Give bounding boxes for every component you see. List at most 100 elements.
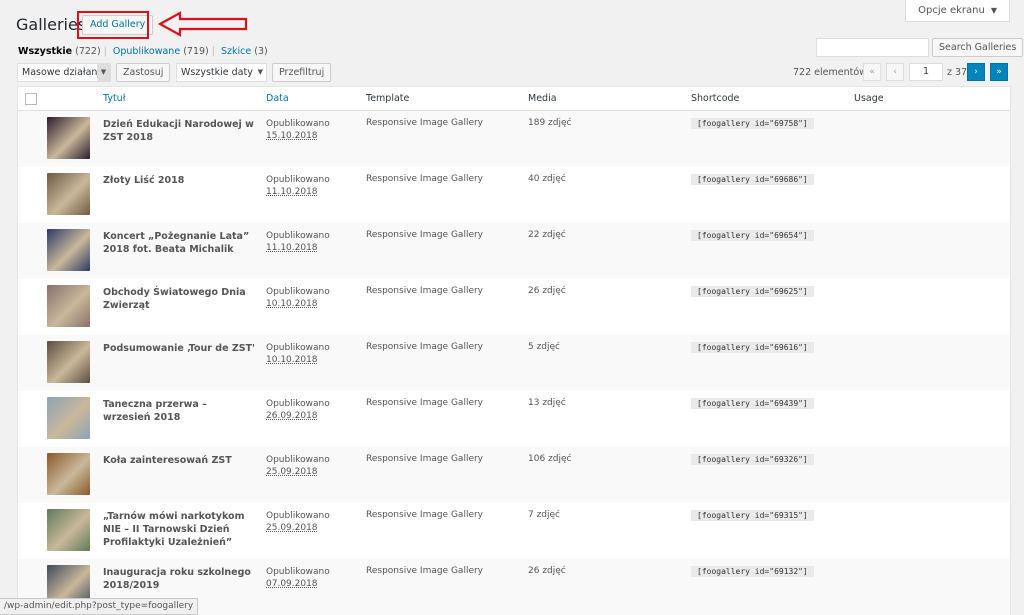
table-header: Tytuł Data Template Media Shortcode Usag… <box>18 87 1010 111</box>
screen-options-label: Opcje ekranu <box>918 5 985 16</box>
gallery-title-link[interactable]: Obchody Światowego Dnia Zwierząt <box>103 286 255 312</box>
gallery-media-count: 22 zdjęć <box>528 230 566 240</box>
gallery-template: Responsive Image Gallery <box>366 398 484 408</box>
gallery-template: Responsive Image Gallery <box>366 342 484 352</box>
gallery-shortcode[interactable]: [foogallery id="69654"] <box>691 230 814 241</box>
gallery-media-count: 13 zdjęć <box>528 398 566 408</box>
screen-options-button[interactable]: Opcje ekranu ▼ <box>905 0 1010 22</box>
gallery-media-count: 40 zdjęć <box>528 174 566 184</box>
items-count: 722 elementów <box>793 67 867 78</box>
publish-date: 10.10.2018 <box>266 299 318 309</box>
publish-status: Opublikowano <box>266 455 330 465</box>
date-filter-select[interactable]: Wszystkie daty ▼ <box>176 63 267 82</box>
publish-date: 07.09.2018 <box>266 579 318 589</box>
gallery-thumbnail[interactable] <box>47 173 90 215</box>
gallery-thumbnail[interactable] <box>47 229 90 271</box>
total-pages: z 37 <box>947 67 968 78</box>
last-page-button[interactable]: » <box>990 63 1008 81</box>
chevron-down-icon: ▼ <box>97 64 110 81</box>
gallery-thumbnail[interactable] <box>47 397 90 439</box>
gallery-shortcode[interactable]: [foogallery id="69439"] <box>691 398 814 409</box>
prev-page-button[interactable]: ‹ <box>886 63 904 81</box>
gallery-shortcode[interactable]: [foogallery id="69625"] <box>691 286 814 297</box>
publish-date: 11.10.2018 <box>266 243 318 253</box>
publish-status: Opublikowano <box>266 567 330 577</box>
gallery-template: Responsive Image Gallery <box>366 286 484 296</box>
gallery-title-link[interactable]: Taneczna przerwa – wrzesień 2018 <box>103 398 255 424</box>
select-all-checkbox[interactable] <box>25 93 37 105</box>
column-media-header: Media <box>528 93 557 104</box>
gallery-thumbnail[interactable] <box>47 117 90 159</box>
bulk-actions-select[interactable]: Masowe działania ▼ <box>17 63 111 82</box>
gallery-media-count: 5 zdjęć <box>528 342 561 352</box>
publish-date: 26.09.2018 <box>266 411 318 421</box>
search-input[interactable] <box>816 38 929 57</box>
gallery-title-link[interactable]: Dzień Edukacji Narodowej w ZST 2018 <box>103 118 255 144</box>
table-row: Obchody Światowego Dnia Zwierząt Opubliko… <box>18 279 1010 335</box>
page-title: Galleries <box>16 15 87 34</box>
annotation-arrow-icon <box>158 11 248 37</box>
gallery-title-link[interactable]: Podsumowanie ‚Tour de ZST' <box>103 342 255 355</box>
gallery-media-count: 7 zdjęć <box>528 510 561 520</box>
gallery-template: Responsive Image Gallery <box>366 174 484 184</box>
column-title-header[interactable]: Tytuł <box>103 93 125 104</box>
gallery-date: Opublikowano 25.09.2018 <box>266 510 330 534</box>
first-page-button[interactable]: « <box>863 63 881 81</box>
publish-status: Opublikowano <box>266 231 330 241</box>
table-row: Dzień Edukacji Narodowej w ZST 2018 Opubl… <box>18 111 1010 167</box>
gallery-template: Responsive Image Gallery <box>366 510 484 520</box>
gallery-shortcode[interactable]: [foogallery id="69686"] <box>691 174 814 185</box>
table-row: Koncert „Pożegnanie Lata” 2018 fot. Beat… <box>18 223 1010 279</box>
next-page-button[interactable]: › <box>967 63 985 81</box>
publish-status: Opublikowano <box>266 119 330 129</box>
gallery-date: Opublikowano 07.09.2018 <box>266 566 330 590</box>
view-all-link[interactable]: Wszystkie <box>18 46 72 57</box>
publish-status: Opublikowano <box>266 287 330 297</box>
gallery-thumbnail[interactable] <box>47 285 90 327</box>
publish-date: 15.10.2018 <box>266 131 318 141</box>
column-template-header: Template <box>366 93 410 104</box>
search-galleries-button[interactable]: Search Galleries <box>932 38 1024 57</box>
gallery-media-count: 26 zdjęć <box>528 566 566 576</box>
gallery-thumbnail[interactable] <box>47 341 90 383</box>
gallery-media-count: 189 zdjęć <box>528 118 572 128</box>
gallery-shortcode[interactable]: [foogallery id="69758"] <box>691 118 814 129</box>
table-row: Taneczna przerwa – wrzesień 2018 Opubliko… <box>18 391 1010 447</box>
gallery-date: Opublikowano 15.10.2018 <box>266 118 330 142</box>
gallery-title-link[interactable]: Koncert „Pożegnanie Lata” 2018 fot. Beat… <box>103 230 255 256</box>
publish-status: Opublikowano <box>266 343 330 353</box>
caret-down-icon: ▼ <box>990 6 997 15</box>
column-shortcode-header: Shortcode <box>691 93 740 104</box>
view-published-link[interactable]: Opublikowane <box>113 46 180 57</box>
gallery-thumbnail[interactable] <box>47 453 90 495</box>
gallery-media-count: 26 zdjęć <box>528 286 566 296</box>
current-page-input[interactable]: 1 <box>909 63 943 81</box>
gallery-shortcode[interactable]: [foogallery id="69315"] <box>691 510 814 521</box>
column-usage-header: Usage <box>854 93 884 104</box>
column-date-header[interactable]: Data <box>266 93 289 104</box>
chevron-down-icon: ▼ <box>257 68 263 76</box>
gallery-shortcode[interactable]: [foogallery id="69132"] <box>691 566 814 577</box>
gallery-title-link[interactable]: „Tarnów mówi narkotykom NIE – II Tarnows… <box>103 510 255 549</box>
status-bar-url: /wp-admin/edit.php?post_type=foogallery <box>0 598 199 615</box>
gallery-template: Responsive Image Gallery <box>366 454 484 464</box>
filter-button[interactable]: Przefiltruj <box>272 63 332 82</box>
gallery-media-count: 106 zdjęć <box>528 454 572 464</box>
gallery-date: Opublikowano 10.10.2018 <box>266 286 330 310</box>
gallery-shortcode[interactable]: [foogallery id="69326"] <box>691 454 814 465</box>
gallery-thumbnail[interactable] <box>47 509 90 551</box>
apply-button[interactable]: Zastosuj <box>116 63 171 82</box>
gallery-title-link[interactable]: Koła zainteresowań ZST <box>103 454 255 467</box>
highlight-box <box>77 11 149 39</box>
gallery-title-link[interactable]: Inauguracja roku szkolnego 2018/2019 <box>103 566 255 592</box>
table-row: Złoty Liść 2018 Opublikowano 11.10.2018 Res… <box>18 167 1010 223</box>
gallery-title-link[interactable]: Złoty Liść 2018 <box>103 174 255 187</box>
publish-date: 25.09.2018 <box>266 523 318 533</box>
gallery-date: Opublikowano 11.10.2018 <box>266 230 330 254</box>
galleries-table: Tytuł Data Template Media Shortcode Usag… <box>17 86 1011 615</box>
publish-status: Opublikowano <box>266 399 330 409</box>
gallery-shortcode[interactable]: [foogallery id="69616"] <box>691 342 814 353</box>
view-drafts-link[interactable]: Szkice <box>221 46 251 57</box>
gallery-template: Responsive Image Gallery <box>366 566 484 576</box>
table-row: Koła zainteresowań ZST Opublikowano 25.09.… <box>18 447 1010 503</box>
